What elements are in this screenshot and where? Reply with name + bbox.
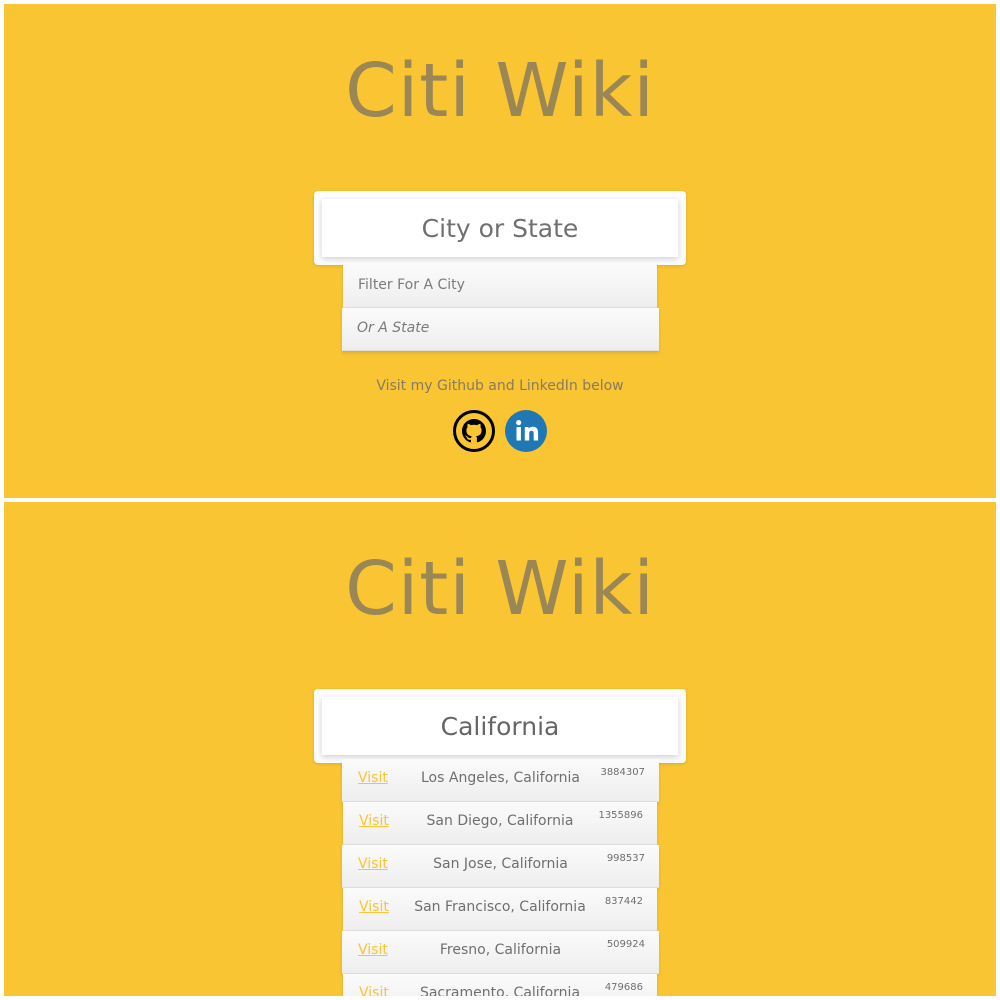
city-name: San Diego, California bbox=[426, 813, 574, 829]
population-value: 998537 bbox=[606, 853, 645, 864]
search-box bbox=[314, 191, 686, 265]
city-name: Fresno, California bbox=[439, 942, 562, 958]
result-list: Visit Los Angeles, California 3884307 Vi… bbox=[342, 759, 659, 996]
app-title: Citi Wiki bbox=[345, 546, 655, 632]
linkedin-icon[interactable] bbox=[504, 410, 547, 452]
top-view-panel: Citi Wiki Filter For A City Or A State V… bbox=[4, 4, 996, 498]
city-name: San Francisco, California bbox=[414, 899, 586, 915]
list-item: Filter For A City bbox=[343, 265, 657, 308]
population-value: 837442 bbox=[604, 896, 643, 907]
hint-label: Filter For A City bbox=[358, 277, 465, 293]
city-name: Los Angeles, California bbox=[421, 770, 580, 786]
social-text: Visit my Github and LinkedIn below bbox=[376, 378, 624, 394]
hint-label: Or A State bbox=[357, 320, 430, 336]
social-links bbox=[4, 410, 996, 452]
visit-link[interactable]: Visit bbox=[358, 770, 388, 786]
search-input[interactable] bbox=[322, 697, 678, 755]
city-name: Sacramento, California bbox=[419, 985, 581, 996]
visit-link[interactable]: Visit bbox=[359, 899, 389, 915]
hint-list: Filter For A City Or A State bbox=[342, 265, 659, 351]
search-box bbox=[314, 689, 686, 763]
table-row: Visit San Francisco, California 837442 bbox=[343, 888, 657, 931]
visit-link[interactable]: Visit bbox=[358, 942, 388, 958]
table-row: Visit Sacramento, California 479686 bbox=[343, 974, 657, 996]
search-input[interactable] bbox=[322, 199, 678, 257]
population-value: 509924 bbox=[606, 939, 645, 950]
visit-link[interactable]: Visit bbox=[358, 856, 388, 872]
population-value: 3884307 bbox=[600, 767, 645, 778]
population-value: 1355896 bbox=[598, 810, 643, 821]
bottom-view-panel: Citi Wiki Visit Los Angeles, California … bbox=[4, 502, 996, 996]
population-value: 479686 bbox=[604, 982, 643, 993]
city-name: San Jose, California bbox=[433, 856, 568, 872]
table-row: Visit Los Angeles, California 3884307 bbox=[342, 759, 659, 802]
table-row: Visit San Jose, California 998537 bbox=[342, 845, 659, 888]
visit-link[interactable]: Visit bbox=[359, 985, 389, 996]
table-row: Visit San Diego, California 1355896 bbox=[343, 802, 657, 845]
app-title: Citi Wiki bbox=[345, 48, 655, 134]
visit-link[interactable]: Visit bbox=[359, 813, 389, 829]
table-row: Visit Fresno, California 509924 bbox=[342, 931, 659, 974]
list-item: Or A State bbox=[342, 308, 659, 351]
github-icon[interactable] bbox=[453, 410, 496, 452]
